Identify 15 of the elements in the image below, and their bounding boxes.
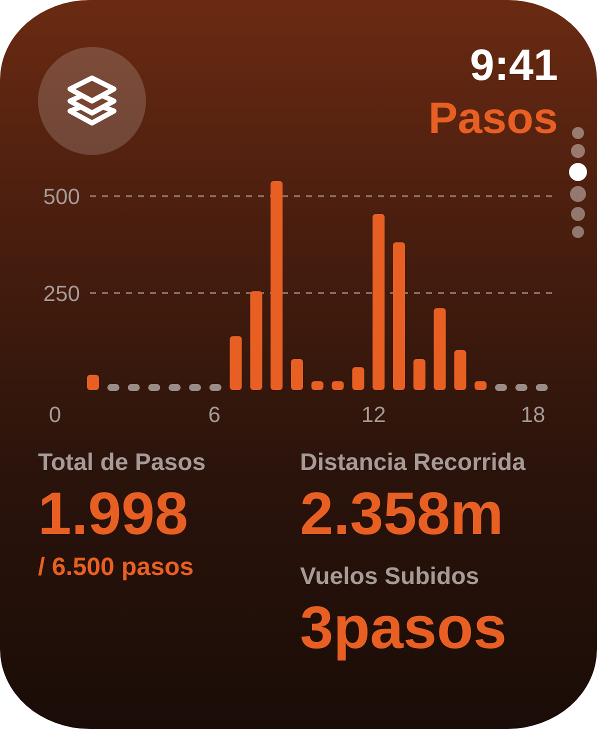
y-tick-label: 250 [43, 281, 80, 306]
stat-label: Vuelos Subidos [300, 562, 480, 592]
x-tick-label: 12 [361, 402, 386, 427]
stat-goal: / 6.500 pasos [38, 552, 194, 582]
x-tick-label: 18 [520, 402, 546, 427]
screen-title: Pasos [428, 93, 558, 145]
y-tick-label: 500 [43, 184, 80, 210]
stat-label: Distancia Recorrida [300, 448, 526, 478]
stat-value: 3pasos [300, 593, 507, 663]
x-tick-label: 6 [208, 402, 220, 427]
x-tick-label: 0 [48, 402, 62, 427]
stat-label: Total de Pasos [38, 448, 206, 478]
stat-value: 1.998 [38, 479, 188, 549]
stat-value: 2.358m [300, 479, 504, 549]
clock-time: 9:41 [470, 40, 558, 92]
